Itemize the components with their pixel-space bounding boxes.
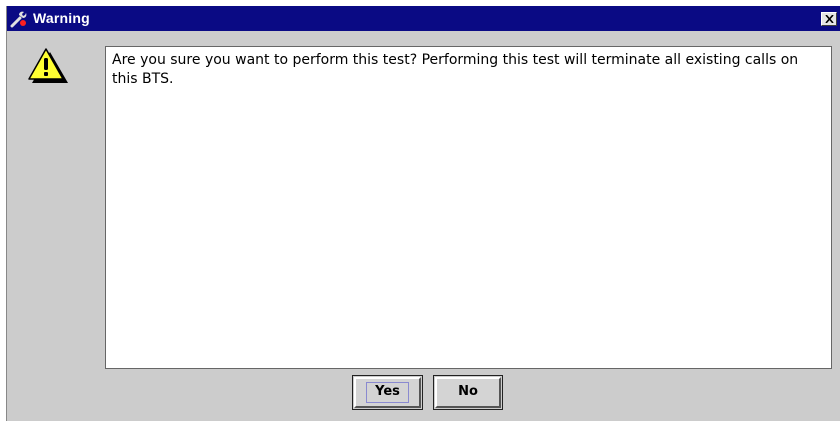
no-button-label: No	[458, 384, 478, 399]
warning-icon	[26, 47, 70, 85]
title-bar[interactable]: Warning	[7, 6, 840, 31]
warning-dialog: Warning Are you sure you want to perform…	[6, 6, 840, 421]
no-button[interactable]: No	[433, 375, 503, 410]
message-text: Are you sure you want to perform this te…	[112, 52, 799, 87]
yes-button-label: Yes	[375, 384, 400, 399]
yes-button[interactable]: Yes	[352, 375, 423, 410]
close-button[interactable]	[821, 12, 837, 26]
window-title: Warning	[33, 10, 90, 26]
wrench-icon	[10, 10, 30, 28]
message-text-area: Are you sure you want to perform this te…	[105, 46, 832, 369]
